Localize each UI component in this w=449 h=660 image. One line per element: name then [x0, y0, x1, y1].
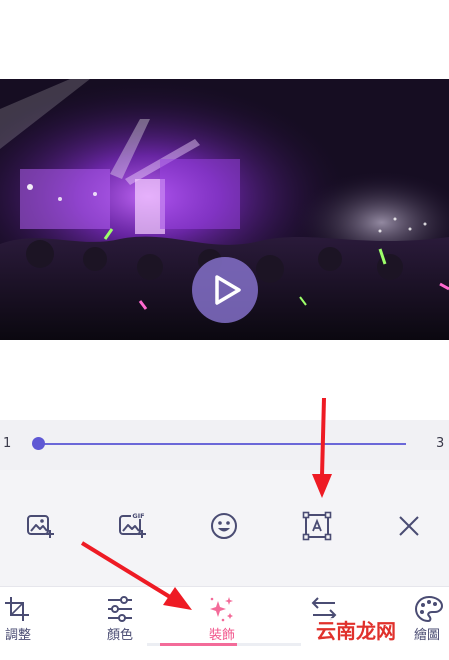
top-blank-area	[0, 0, 449, 79]
bottom-safe-area	[0, 646, 449, 660]
slider-track[interactable]	[39, 443, 406, 445]
nav-item-adjust[interactable]: 調整	[0, 587, 36, 647]
add-text-button[interactable]	[301, 510, 333, 542]
play-icon	[215, 275, 241, 305]
close-icon	[399, 516, 419, 536]
nav-label-draw: 繪圖	[413, 628, 440, 643]
add-image-button[interactable]	[24, 510, 56, 542]
slider-thumb[interactable]	[32, 437, 45, 450]
video-preview[interactable]	[0, 79, 449, 340]
emoji-icon	[211, 513, 237, 539]
slider-min-label: 1	[3, 436, 12, 451]
watermark-text: 云南龙网	[312, 618, 400, 644]
text-box-icon	[302, 511, 332, 541]
nav-item-decorate[interactable]: 裝飾	[200, 587, 244, 647]
add-gif-button[interactable]: GIF	[116, 510, 148, 542]
nav-label-color: 顏色	[106, 628, 133, 643]
sparkles-icon	[210, 597, 233, 622]
slider-max-label: 3	[436, 436, 445, 451]
add-image-icon	[27, 515, 54, 538]
sliders-icon	[108, 596, 132, 622]
add-gif-icon: GIF	[119, 511, 146, 538]
play-button[interactable]	[192, 257, 258, 323]
nav-label-adjust: 調整	[4, 628, 31, 643]
mid-blank-area	[0, 340, 449, 420]
nav-label-decorate: 裝飾	[208, 628, 235, 643]
nav-item-draw[interactable]: 繪圖	[405, 587, 449, 647]
svg-text:GIF: GIF	[132, 512, 144, 520]
add-sticker-button[interactable]	[208, 510, 240, 542]
slider-panel	[0, 420, 449, 470]
close-decoration-button[interactable]	[393, 510, 425, 542]
nav-item-color[interactable]: 顏色	[98, 587, 142, 647]
crop-icon	[5, 597, 29, 621]
palette-icon	[414, 595, 444, 623]
